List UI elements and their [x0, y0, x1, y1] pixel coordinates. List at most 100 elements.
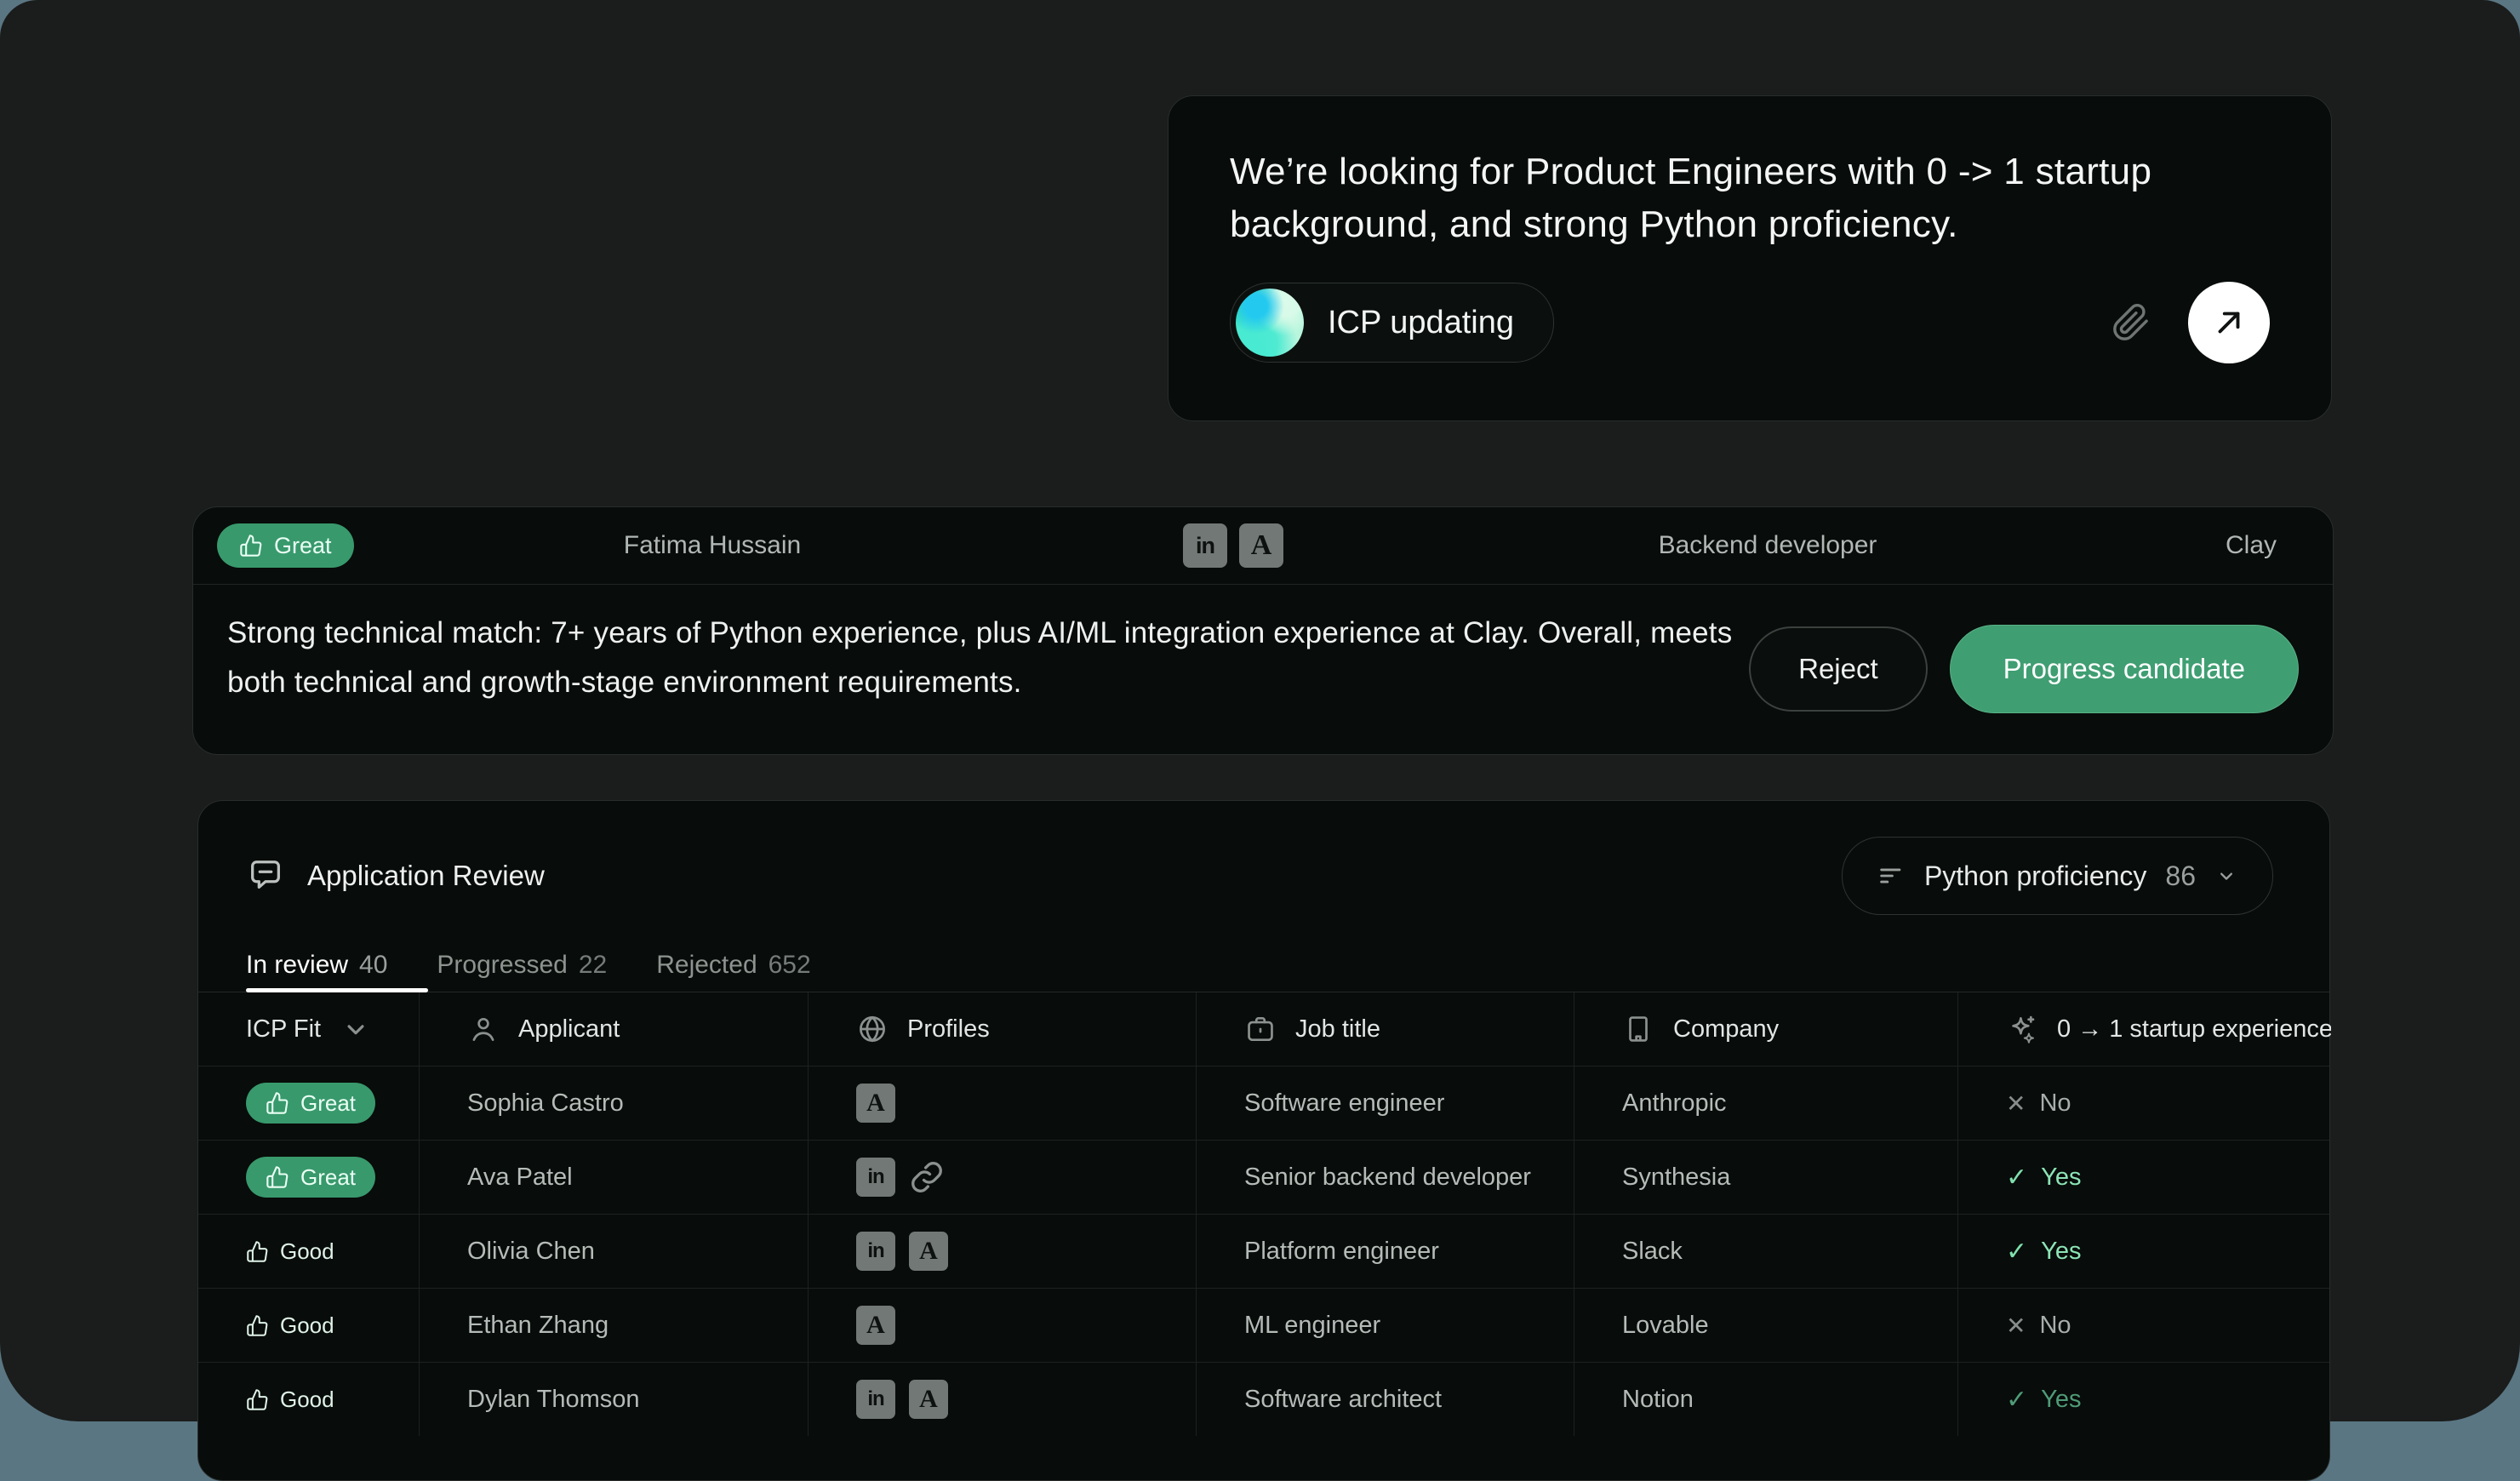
- thumbs-up-icon: [246, 1240, 269, 1263]
- thumbs-up-icon: [266, 1091, 289, 1115]
- candidate-body: Strong technical match: 7+ years of Pyth…: [193, 585, 2333, 753]
- panel-title-label: Application Review: [307, 860, 545, 892]
- review-tabs: In review 40 Progressed 22 Rejected 652: [198, 939, 2329, 992]
- candidate-company: Clay: [2226, 507, 2277, 584]
- startup-experience-value: ✓ Yes: [2006, 1385, 2081, 1415]
- send-button[interactable]: [2188, 282, 2270, 363]
- column-header-icp-fit[interactable]: ICP Fit: [198, 992, 419, 1066]
- applicants-table: ICP Fit Applicant Profiles Job title: [198, 992, 2329, 1436]
- chevron-down-icon: [2214, 864, 2238, 888]
- x-icon: ✕: [2006, 1312, 2026, 1340]
- tab-in-review[interactable]: In review 40: [246, 951, 387, 980]
- table-row[interactable]: Good Olivia Chen in A Platform engineer …: [198, 1214, 2329, 1288]
- applicant-name: Sophia Castro: [419, 1066, 808, 1140]
- filter-label: Python proficiency: [1924, 861, 2146, 892]
- table-header-row: ICP Fit Applicant Profiles Job title: [198, 992, 2329, 1066]
- a-profile-icon[interactable]: A: [856, 1084, 895, 1123]
- column-header-job-title[interactable]: Job title: [1196, 992, 1574, 1066]
- job-title: Software architect: [1196, 1363, 1574, 1436]
- candidate-job-title: Backend developer: [1589, 507, 1946, 584]
- startup-experience-value: ✓ Yes: [2006, 1163, 2081, 1192]
- linkedin-icon[interactable]: in: [856, 1158, 895, 1197]
- arrow-up-right-icon: [2211, 305, 2247, 340]
- company: Lovable: [1574, 1289, 1957, 1362]
- proficiency-filter-dropdown[interactable]: Python proficiency 86: [1842, 837, 2273, 915]
- applicant-name: Olivia Chen: [419, 1215, 808, 1288]
- desktop: { "prompt_card": { "message": "We’re loo…: [0, 0, 2520, 1417]
- thumbs-up-icon: [239, 534, 263, 558]
- a-profile-icon[interactable]: A: [1239, 523, 1283, 568]
- progress-candidate-button[interactable]: Progress candidate: [1950, 625, 2299, 713]
- linkedin-icon[interactable]: in: [1183, 523, 1227, 568]
- column-header-applicant[interactable]: Applicant: [419, 992, 808, 1066]
- icp-updating-chip[interactable]: ICP updating: [1230, 283, 1554, 363]
- icp-fit-badge: Great: [246, 1157, 375, 1198]
- applicant-name: Dylan Thomson: [419, 1363, 808, 1436]
- check-icon: ✓: [2006, 1385, 2027, 1415]
- candidate-actions: Reject Progress candidate: [1749, 625, 2299, 713]
- sparkle-ai-icon: [2006, 1013, 2038, 1045]
- icp-fit-badge: Great: [246, 1083, 375, 1124]
- tab-progressed[interactable]: Progressed 22: [437, 951, 607, 980]
- column-header-company[interactable]: Company: [1574, 992, 1957, 1066]
- filter-icon: [1877, 861, 1906, 890]
- icp-fit-badge: Great: [217, 523, 354, 568]
- company: Anthropic: [1574, 1066, 1957, 1140]
- icp-prompt-card: We’re looking for Product Engineers with…: [1168, 95, 2332, 421]
- company: Synthesia: [1574, 1141, 1957, 1214]
- job-title: Software engineer: [1196, 1066, 1574, 1140]
- fit-badge-label: Great: [274, 533, 332, 559]
- linkedin-icon[interactable]: in: [856, 1380, 895, 1419]
- x-icon: ✕: [2006, 1089, 2026, 1118]
- table-row[interactable]: Good Dylan Thomson in A Software archite…: [198, 1362, 2329, 1436]
- table-row[interactable]: Great Sophia Castro A Software engineer …: [198, 1066, 2329, 1140]
- building-icon: [1622, 1013, 1654, 1045]
- icp-fit-good: Good: [246, 1238, 334, 1265]
- person-icon: [467, 1013, 500, 1045]
- company: Notion: [1574, 1363, 1957, 1436]
- prompt-actions: ICP updating: [1230, 282, 2270, 363]
- active-tab-underline: [246, 988, 428, 992]
- thumbs-up-icon: [246, 1314, 269, 1337]
- thumbs-up-icon: [266, 1165, 289, 1189]
- startup-experience-value: ✕ No: [2006, 1089, 2071, 1118]
- a-profile-icon[interactable]: A: [909, 1380, 948, 1419]
- candidate-name: Fatima Hussain: [565, 507, 860, 584]
- attachment-paperclip-icon[interactable]: [2111, 303, 2151, 342]
- icp-fit-good: Good: [246, 1312, 334, 1339]
- a-profile-icon[interactable]: A: [909, 1232, 948, 1271]
- icp-updating-label: ICP updating: [1328, 305, 1514, 341]
- briefcase-icon: [1244, 1013, 1277, 1045]
- candidate-review-card: Great Fatima Hussain in A Backend develo…: [192, 506, 2334, 755]
- applicant-name: Ethan Zhang: [419, 1289, 808, 1362]
- table-row[interactable]: Great Ava Patel in Senior backend develo…: [198, 1140, 2329, 1214]
- company: Slack: [1574, 1215, 1957, 1288]
- globe-icon: [856, 1013, 889, 1045]
- reject-button[interactable]: Reject: [1749, 626, 1928, 712]
- startup-experience-value: ✕ No: [2006, 1312, 2071, 1340]
- tab-rejected[interactable]: Rejected 652: [656, 951, 810, 980]
- app-window: We’re looking for Product Engineers with…: [0, 0, 2520, 1421]
- table-row[interactable]: Good Ethan Zhang A ML engineer Lovable ✕…: [198, 1288, 2329, 1362]
- link-icon[interactable]: [909, 1159, 945, 1195]
- candidate-profile-links: in A: [1183, 523, 1283, 568]
- job-title: Platform engineer: [1196, 1215, 1574, 1288]
- applicant-name: Ava Patel: [419, 1141, 808, 1214]
- job-title: Senior backend developer: [1196, 1141, 1574, 1214]
- chevron-down-icon: [340, 1013, 372, 1045]
- chat-bubble-icon: [246, 856, 285, 895]
- icp-sphere-icon: [1236, 289, 1304, 357]
- column-header-startup-experience[interactable]: 0 → 1 startup experience: [1957, 992, 2331, 1066]
- filter-value: 86: [2165, 861, 2196, 892]
- candidate-header-row: Great Fatima Hussain in A Backend develo…: [193, 507, 2333, 585]
- startup-experience-value: ✓ Yes: [2006, 1237, 2081, 1267]
- linkedin-icon[interactable]: in: [856, 1232, 895, 1271]
- check-icon: ✓: [2006, 1237, 2027, 1267]
- thumbs-up-icon: [246, 1388, 269, 1411]
- icp-prompt-message: We’re looking for Product Engineers with…: [1230, 146, 2200, 251]
- a-profile-icon[interactable]: A: [856, 1306, 895, 1345]
- panel-title: Application Review: [246, 856, 545, 895]
- column-header-profiles[interactable]: Profiles: [808, 992, 1196, 1066]
- candidate-fit-summary: Strong technical match: 7+ years of Pyth…: [227, 609, 1768, 707]
- panel-header: Application Review Python proficiency 86: [198, 801, 2329, 915]
